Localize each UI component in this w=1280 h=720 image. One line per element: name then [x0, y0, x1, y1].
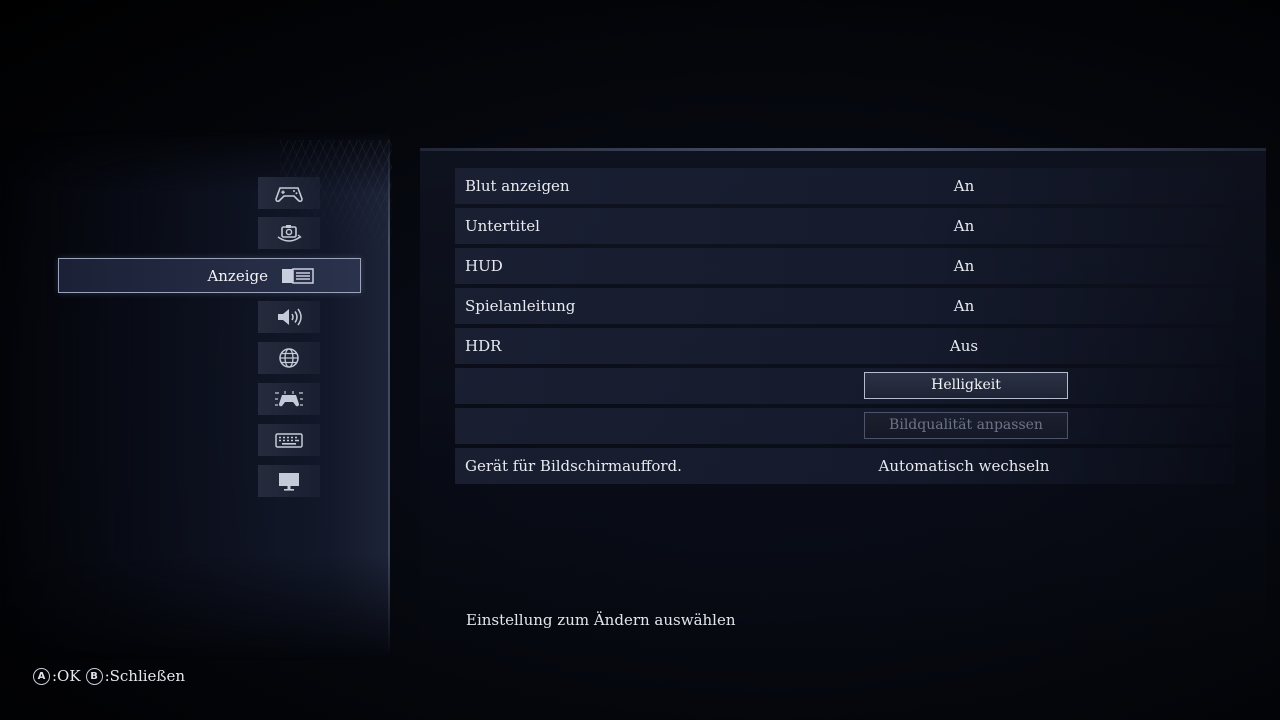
panel-top-border — [420, 148, 1266, 151]
image-quality-button: Bildqualität anpassen — [864, 412, 1068, 439]
close-prompt-label[interactable]: :Schließen — [105, 667, 185, 685]
gamepad-icon — [275, 187, 303, 203]
settings-screen: Anzeige Blut anzeigen An Untertitel An H… — [0, 0, 1280, 720]
setting-row-hud[interactable]: HUD An — [455, 248, 1235, 284]
sidebar-divider — [388, 135, 390, 655]
setting-label: Spielanleitung — [465, 297, 576, 315]
setting-row-subtitles[interactable]: Untertitel An — [455, 208, 1235, 244]
category-gameplay[interactable] — [258, 177, 320, 209]
setting-description: Einstellung zum Ändern auswählen — [466, 611, 736, 629]
setting-row-image-quality: Bildqualität anpassen — [455, 408, 1235, 444]
setting-row-hdr[interactable]: HDR Aus — [455, 328, 1235, 364]
ok-prompt-label[interactable]: :OK — [52, 667, 81, 685]
setting-value[interactable]: An — [864, 297, 1064, 315]
category-keyboard[interactable] — [258, 424, 320, 456]
setting-label: HDR — [465, 337, 502, 355]
b-button-icon: B — [85, 667, 103, 685]
category-controller[interactable] — [258, 383, 320, 415]
category-audio[interactable] — [258, 301, 320, 333]
setting-value[interactable]: Aus — [864, 337, 1064, 355]
display-settings-icon — [282, 268, 314, 284]
setting-row-brightness: Helligkeit — [455, 368, 1235, 404]
setting-row-blood[interactable]: Blut anzeigen An — [455, 168, 1235, 204]
category-monitor[interactable] — [258, 465, 320, 497]
setting-label: HUD — [465, 257, 503, 275]
setting-row-tutorial[interactable]: Spielanleitung An — [455, 288, 1235, 324]
category-language[interactable] — [258, 342, 320, 374]
category-display-label: Anzeige — [207, 267, 268, 285]
setting-value[interactable]: An — [864, 177, 1064, 195]
setting-label: Gerät für Bildschirmaufford. — [465, 457, 682, 475]
setting-row-prompt-device[interactable]: Gerät für Bildschirmaufford. Automatisch… — [455, 448, 1235, 484]
button-prompts: A :OK B :Schließen — [33, 667, 190, 685]
setting-value[interactable]: An — [864, 257, 1064, 275]
a-button-icon: A — [33, 667, 50, 685]
category-display[interactable]: Anzeige — [58, 258, 361, 293]
speaker-icon — [278, 308, 302, 326]
controller-layout-icon — [275, 391, 303, 407]
setting-value[interactable]: An — [864, 217, 1064, 235]
globe-icon — [279, 348, 299, 368]
camera-rotate-icon — [277, 225, 302, 242]
setting-value[interactable]: Automatisch wechseln — [864, 457, 1064, 475]
brightness-button[interactable]: Helligkeit — [864, 372, 1068, 399]
category-camera[interactable] — [258, 217, 320, 249]
monitor-icon — [279, 473, 299, 491]
setting-label: Blut anzeigen — [465, 177, 570, 195]
keyboard-icon — [275, 433, 303, 448]
setting-label: Untertitel — [465, 217, 540, 235]
